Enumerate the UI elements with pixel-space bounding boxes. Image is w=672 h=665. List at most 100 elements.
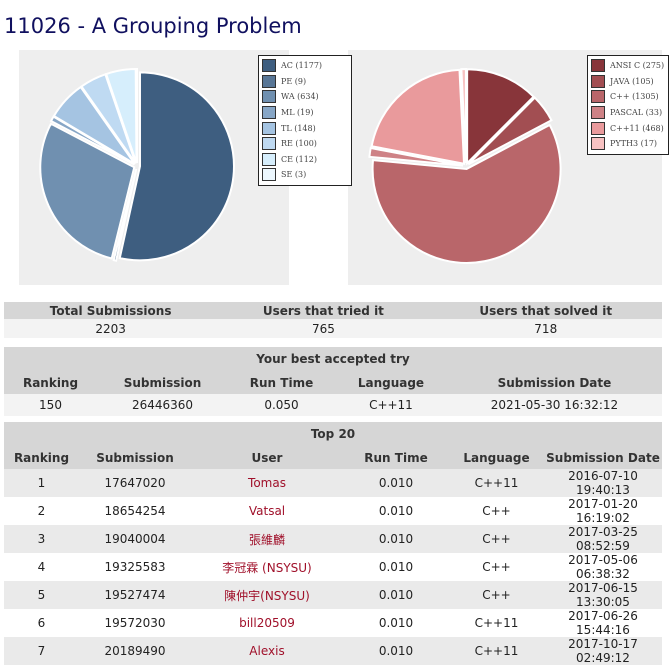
legend-label: WA (634) [281, 92, 319, 102]
legend-item: ANSI C (275) [591, 58, 665, 74]
legend-label: ML (19) [281, 108, 314, 118]
submission-cell: 19572030 [79, 609, 191, 637]
language-legend: ANSI C (275) JAVA (105) C++ (1305) PASCAL (… [587, 55, 669, 155]
legend-item: ML (19) [262, 105, 348, 121]
stats-solved-value: 718 [429, 319, 662, 338]
language-cell: C++ [449, 553, 544, 581]
user-link[interactable]: 陳仲宇(NSYSU) [191, 581, 343, 609]
rank-cell: 7 [4, 637, 79, 665]
legend-label: TL (148) [281, 123, 316, 133]
user-link[interactable]: 李冠霖 (NSYSU) [191, 553, 343, 581]
legend-swatch [262, 152, 276, 166]
best-header-ranking: Ranking [4, 371, 98, 394]
stats-header-total: Total Submissions [4, 302, 218, 319]
user-link[interactable]: bill20509 [191, 609, 343, 637]
best-submission: 26446360 [97, 394, 228, 416]
runtime-cell: 0.010 [343, 637, 449, 665]
legend-label: C++ (1305) [610, 92, 659, 102]
legend-swatch [262, 74, 276, 88]
legend-label: RE (100) [281, 139, 317, 149]
legend-item: RE (100) [262, 136, 348, 152]
table-row: 7 20189490 Alexis 0.010 C++11 2017-10-17… [4, 637, 662, 665]
legend-swatch [262, 90, 276, 104]
runtime-cell: 0.010 [343, 609, 449, 637]
language-cell: C++11 [449, 609, 544, 637]
runtime-cell: 0.010 [343, 469, 449, 497]
stats-total-value: 2203 [4, 319, 218, 338]
top20-table: Top 20 Ranking Submission User Run Time … [4, 422, 662, 665]
stats-header-solved: Users that solved it [429, 302, 662, 319]
top20-header-user: User [191, 446, 343, 469]
language-cell: C++11 [449, 637, 544, 665]
rank-cell: 1 [4, 469, 79, 497]
legend-swatch [591, 90, 605, 104]
legend-item: C++ (1305) [591, 89, 665, 105]
legend-label: JAVA (105) [610, 76, 654, 86]
top20-header-date: Submission Date [544, 446, 662, 469]
legend-swatch [262, 168, 276, 182]
legend-item: PYTH3 (17) [591, 136, 665, 152]
runtime-cell: 0.010 [343, 553, 449, 581]
legend-label: AC (1177) [281, 61, 323, 71]
language-cell: C++11 [449, 469, 544, 497]
stats-tried-value: 765 [217, 319, 430, 338]
rank-cell: 5 [4, 581, 79, 609]
date-cell: 2017-03-25 08:52:59 [544, 525, 662, 553]
submission-cell: 20189490 [79, 637, 191, 665]
legend-label: ANSI C (275) [610, 61, 665, 71]
legend-label: PYTH3 (17) [610, 139, 658, 149]
legend-swatch [591, 74, 605, 88]
best-header-language: Language [335, 371, 447, 394]
legend-label: PE (9) [281, 76, 307, 86]
legend-swatch [262, 137, 276, 151]
best-header-runtime: Run Time [227, 371, 336, 394]
table-row: 1 17647020 Tomas 0.010 C++11 2016-07-10 … [4, 469, 662, 497]
best-language: C++11 [335, 394, 447, 416]
date-cell: 2017-05-06 06:38:32 [544, 553, 662, 581]
submission-cell: 18654254 [79, 497, 191, 525]
legend-item: SE (3) [262, 167, 348, 183]
submission-cell: 17647020 [79, 469, 191, 497]
user-link[interactable]: Tomas [191, 469, 343, 497]
language-cell: C++ [449, 497, 544, 525]
runtime-cell: 0.010 [343, 581, 449, 609]
user-link[interactable]: Alexis [191, 637, 343, 665]
best-try-caption: Your best accepted try [4, 347, 662, 371]
pie-slice [370, 68, 466, 165]
table-row: 5 19527474 陳仲宇(NSYSU) 0.010 C++ 2017-06-… [4, 581, 662, 609]
legend-item: PE (9) [262, 74, 348, 90]
submission-cell: 19527474 [79, 581, 191, 609]
runtime-cell: 0.010 [343, 497, 449, 525]
language-cell: C++ [449, 581, 544, 609]
date-cell: 2016-07-10 19:40:13 [544, 469, 662, 497]
date-cell: 2017-01-20 16:19:02 [544, 497, 662, 525]
best-try-table: Your best accepted try Ranking Submissio… [4, 347, 662, 416]
legend-swatch [262, 106, 276, 120]
best-runtime: 0.050 [227, 394, 336, 416]
legend-item: WA (634) [262, 89, 348, 105]
top20-header-ranking: Ranking [4, 446, 79, 469]
verdict-legend: AC (1177) PE (9) WA (634) ML (19) TL (148) RE… [258, 55, 352, 186]
user-link[interactable]: Vatsal [191, 497, 343, 525]
legend-label: CE (112) [281, 154, 318, 164]
legend-swatch [262, 59, 276, 73]
legend-label: C++11 (468) [610, 123, 664, 133]
submission-cell: 19040004 [79, 525, 191, 553]
top20-header-runtime: Run Time [343, 446, 449, 469]
date-cell: 2017-10-17 02:49:12 [544, 637, 662, 665]
table-row: 2 18654254 Vatsal 0.010 C++ 2017-01-20 1… [4, 497, 662, 525]
rank-cell: 4 [4, 553, 79, 581]
legend-swatch [591, 106, 605, 120]
table-row: 6 19572030 bill20509 0.010 C++11 2017-06… [4, 609, 662, 637]
user-link[interactable]: 張維麟 [191, 525, 343, 553]
rank-cell: 6 [4, 609, 79, 637]
legend-item: PASCAL (33) [591, 105, 665, 121]
legend-swatch [591, 121, 605, 135]
top20-caption: Top 20 [4, 422, 662, 446]
legend-swatch [262, 121, 276, 135]
rank-cell: 3 [4, 525, 79, 553]
table-row: 4 19325583 李冠霖 (NSYSU) 0.010 C++ 2017-05… [4, 553, 662, 581]
legend-item: TL (148) [262, 120, 348, 136]
best-header-date: Submission Date [446, 371, 662, 394]
top20-header-language: Language [449, 446, 544, 469]
